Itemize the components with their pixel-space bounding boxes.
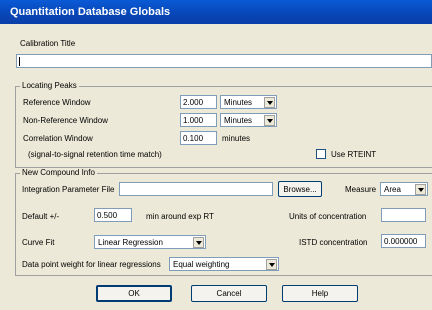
- chevron-down-icon[interactable]: [264, 115, 275, 126]
- calibration-title-label: Calibration Title: [20, 39, 76, 48]
- reference-window-input[interactable]: 2.000: [180, 95, 217, 109]
- measure-select[interactable]: Area: [380, 182, 428, 196]
- chevron-down-icon[interactable]: [415, 184, 426, 195]
- browse-button[interactable]: Browse...: [278, 181, 322, 197]
- text-cursor: [19, 57, 20, 66]
- chevron-down-icon[interactable]: [264, 97, 275, 108]
- non-reference-window-unit-select[interactable]: Minutes: [220, 113, 277, 127]
- cancel-button[interactable]: Cancel: [191, 285, 267, 302]
- measure-value: Area: [384, 185, 401, 194]
- default-tolerance-label: Default +/-: [22, 212, 60, 221]
- new-compound-title: New Compound Info: [20, 168, 97, 178]
- use-rteint-checkbox[interactable]: [316, 149, 326, 159]
- default-tolerance-note: min around exp RT: [146, 212, 214, 221]
- title-bar[interactable]: Quantitation Database Globals: [0, 0, 432, 24]
- measure-label: Measure: [345, 185, 377, 194]
- chevron-down-icon[interactable]: [266, 259, 277, 270]
- correlation-window-label: Correlation Window: [23, 134, 93, 143]
- integration-parameter-file-label: Integration Parameter File: [22, 185, 115, 194]
- data-point-weight-label: Data point weight for linear regressions: [22, 260, 161, 269]
- integration-parameter-file-input[interactable]: [119, 182, 273, 196]
- correlation-window-unit: minutes: [222, 134, 251, 143]
- curve-fit-value: Linear Regression: [98, 238, 163, 247]
- reference-window-unit-select[interactable]: Minutes: [220, 95, 277, 109]
- istd-concentration-input[interactable]: 0.000000: [381, 234, 426, 248]
- non-reference-window-input[interactable]: 1.000: [180, 113, 217, 127]
- chevron-down-icon[interactable]: [193, 237, 204, 248]
- units-of-concentration-label: Units of concentration: [289, 212, 367, 221]
- reference-window-label: Reference Window: [23, 98, 91, 107]
- ok-button[interactable]: OK: [96, 285, 172, 302]
- window-title: Quantitation Database Globals: [10, 6, 171, 18]
- non-reference-window-unit-value: Minutes: [224, 116, 253, 125]
- calibration-title-input[interactable]: [16, 54, 432, 68]
- help-button[interactable]: Help: [282, 285, 358, 302]
- data-point-weight-select[interactable]: Equal weighting: [169, 257, 279, 271]
- locating-peaks-title: Locating Peaks: [20, 81, 79, 91]
- istd-concentration-label: ISTD concentration: [299, 238, 368, 247]
- data-point-weight-value: Equal weighting: [173, 260, 230, 269]
- default-tolerance-input[interactable]: 0.500: [94, 208, 132, 222]
- curve-fit-label: Curve Fit: [22, 238, 55, 247]
- correlation-window-note: (signal-to-signal retention time match): [28, 150, 162, 159]
- units-of-concentration-input[interactable]: [381, 208, 426, 222]
- curve-fit-select[interactable]: Linear Regression: [94, 235, 206, 249]
- non-reference-window-label: Non-Reference Window: [23, 116, 108, 125]
- use-rteint-label: Use RTEINT: [331, 150, 377, 159]
- correlation-window-input[interactable]: 0.100: [180, 131, 217, 145]
- reference-window-unit-value: Minutes: [224, 98, 253, 107]
